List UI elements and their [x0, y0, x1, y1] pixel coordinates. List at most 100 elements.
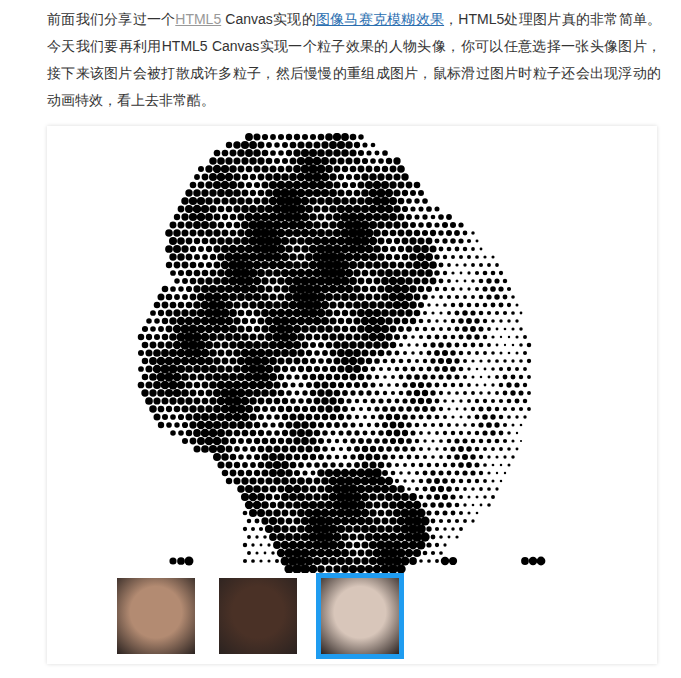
particle — [217, 189, 225, 197]
particle — [221, 421, 229, 429]
particle — [395, 399, 400, 404]
particle — [201, 285, 209, 293]
particle — [462, 438, 467, 443]
particle — [458, 222, 463, 227]
particle — [258, 142, 265, 149]
particle — [439, 455, 443, 459]
particle — [496, 344, 499, 347]
particle — [273, 221, 282, 230]
particle — [456, 408, 459, 411]
particle — [354, 542, 361, 549]
particle — [185, 381, 192, 388]
particle — [230, 214, 236, 220]
particle — [249, 205, 257, 213]
particle — [354, 158, 361, 165]
particle — [285, 181, 294, 190]
particle — [165, 245, 173, 253]
particle — [285, 453, 292, 460]
particle — [397, 165, 405, 173]
particle — [253, 165, 260, 172]
particle — [333, 469, 341, 477]
particle — [426, 382, 432, 388]
particle — [274, 398, 281, 405]
particle — [354, 190, 361, 197]
particle — [333, 149, 341, 157]
particle — [254, 422, 261, 429]
particle — [261, 213, 270, 222]
particle — [331, 447, 335, 451]
particle — [278, 390, 285, 397]
particle — [258, 190, 265, 197]
particle — [170, 414, 176, 420]
particle — [406, 374, 412, 380]
particle — [373, 341, 381, 349]
particle — [333, 213, 341, 221]
particle — [393, 189, 400, 196]
particle — [394, 334, 400, 340]
particle — [321, 397, 329, 405]
particle — [463, 263, 466, 266]
particle — [384, 540, 393, 549]
particle — [265, 381, 273, 389]
particle — [400, 508, 409, 517]
particle — [214, 150, 221, 157]
particle — [321, 189, 329, 197]
particle — [193, 221, 201, 229]
particle — [301, 325, 309, 333]
particle — [423, 359, 427, 363]
particle — [386, 430, 392, 436]
particle — [419, 415, 424, 420]
particle — [322, 430, 327, 435]
particle — [293, 309, 302, 318]
particle — [519, 375, 523, 379]
particle — [278, 134, 284, 140]
particle — [305, 221, 313, 229]
particle — [463, 359, 467, 363]
particle — [274, 414, 280, 420]
article-link[interactable]: 图像马赛克模糊效果 — [316, 11, 444, 27]
particle — [301, 213, 310, 222]
particle-portrait[interactable] — [47, 133, 657, 573]
particle — [507, 431, 511, 435]
particle — [282, 414, 288, 420]
particle — [308, 532, 317, 541]
particle — [483, 271, 488, 276]
particle — [385, 269, 393, 277]
particle — [297, 253, 304, 260]
particle — [282, 382, 288, 388]
particle — [329, 493, 338, 502]
particle — [253, 149, 261, 157]
particle — [393, 221, 400, 228]
particle — [281, 237, 289, 245]
particle — [369, 477, 378, 486]
particle — [475, 287, 479, 291]
particle — [165, 229, 173, 237]
particle — [273, 509, 281, 517]
particle — [345, 269, 354, 278]
particle — [149, 389, 156, 396]
particle — [454, 454, 460, 460]
particle — [458, 462, 464, 468]
particle — [487, 263, 491, 267]
particle — [293, 181, 301, 189]
particle — [434, 206, 439, 211]
particle — [138, 350, 144, 356]
particle — [446, 374, 451, 379]
particle — [336, 476, 345, 485]
particle — [293, 165, 301, 173]
particle — [338, 302, 345, 309]
particle — [365, 325, 373, 333]
particle — [450, 222, 456, 228]
article-link[interactable]: HTML5 — [175, 11, 221, 27]
particle — [177, 397, 185, 405]
particle — [317, 197, 325, 205]
particle — [447, 407, 450, 410]
particle — [410, 318, 416, 324]
particle — [292, 212, 302, 222]
particle — [289, 525, 296, 532]
particle — [439, 407, 443, 411]
particle — [357, 517, 365, 525]
particle — [277, 357, 284, 364]
particle — [169, 253, 176, 260]
particle — [329, 397, 336, 404]
